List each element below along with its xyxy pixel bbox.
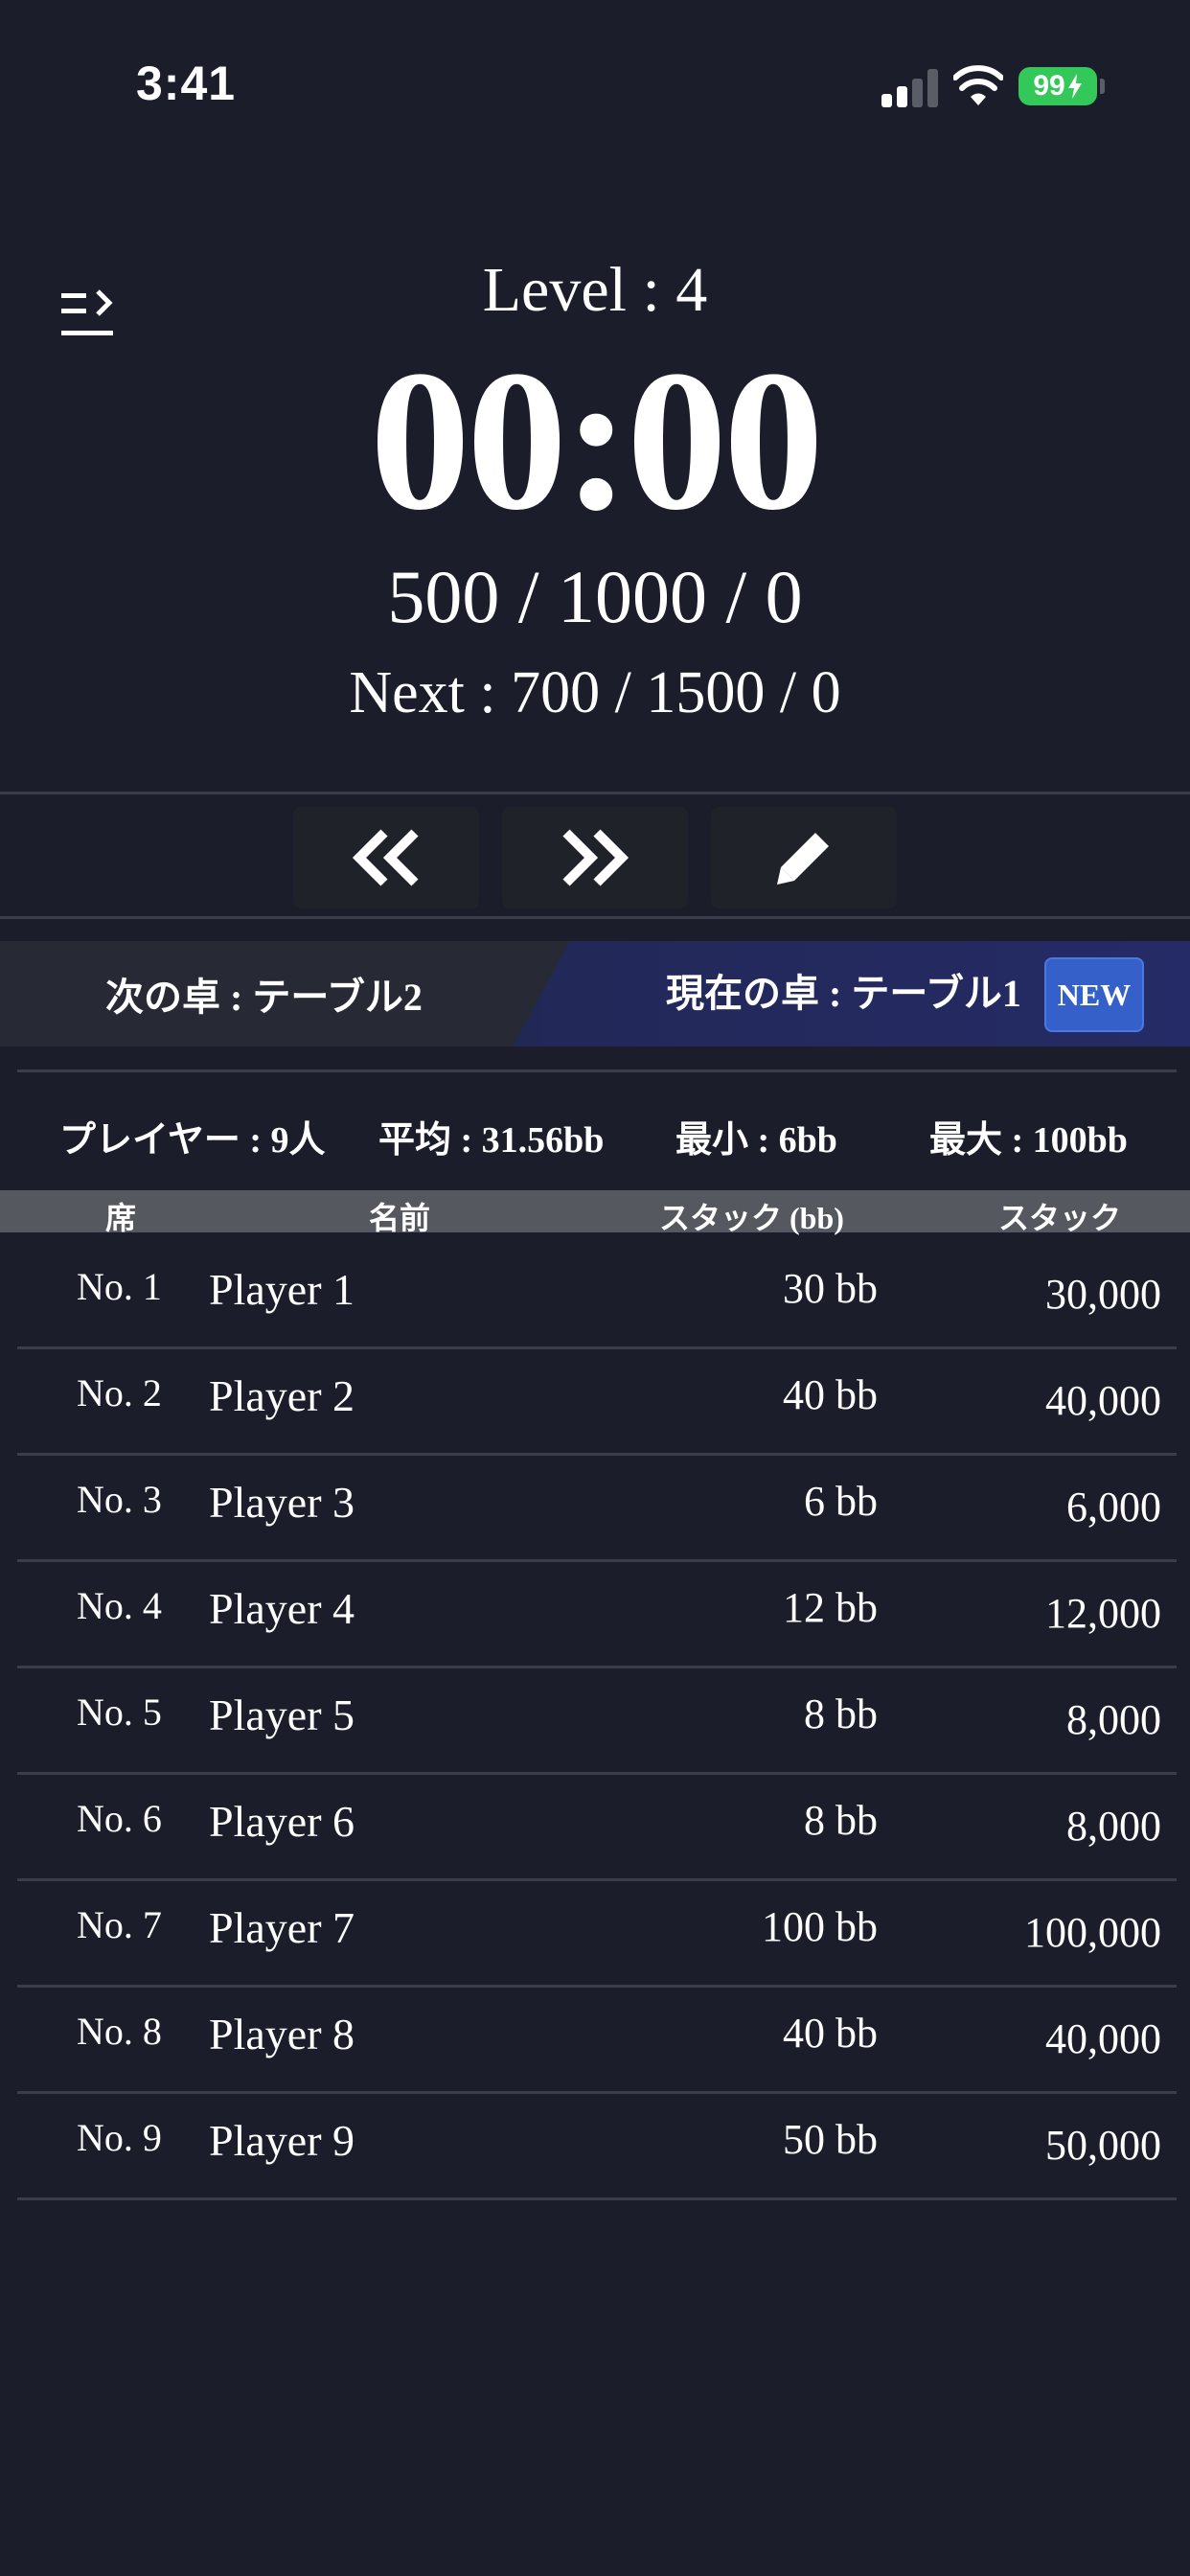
table-row[interactable]: No. 9 Player 9 50 bb 50,000 bbox=[17, 2094, 1177, 2200]
stack-chips: 6,000 bbox=[1066, 1484, 1161, 1530]
battery-charging-icon: 99 bbox=[1018, 67, 1097, 105]
divider bbox=[0, 916, 1190, 919]
stack-bb: 8 bb bbox=[804, 1690, 878, 1737]
table-row[interactable]: No. 8 Player 8 40 bb 40,000 bbox=[17, 1988, 1177, 2094]
stack-chips: 50,000 bbox=[1045, 2122, 1161, 2169]
seat-number: No. 2 bbox=[77, 1371, 162, 1414]
bolt-icon bbox=[1067, 74, 1082, 99]
table-row[interactable]: No. 5 Player 5 8 bb 8,000 bbox=[17, 1668, 1177, 1775]
table-row[interactable]: No. 1 Player 1 30 bb 30,000 bbox=[17, 1243, 1177, 1349]
seat-number: No. 6 bbox=[77, 1797, 162, 1840]
table-header: 席 名前 スタック (bb) スタック bbox=[0, 1190, 1190, 1235]
player-name: Player 3 bbox=[209, 1478, 355, 1527]
stack-chips: 30,000 bbox=[1045, 1271, 1161, 1318]
stack-bb: 100 bb bbox=[762, 1903, 878, 1950]
seat-number: No. 5 bbox=[77, 1690, 162, 1734]
seat-number: No. 9 bbox=[77, 2116, 162, 2159]
stack-bb: 40 bb bbox=[783, 2010, 878, 2057]
double-chevron-right-icon bbox=[562, 829, 629, 886]
stat-min: 最小 : 6bb bbox=[675, 1120, 837, 1161]
seat-number: No. 4 bbox=[77, 1584, 162, 1627]
header-seat: 席 bbox=[105, 1201, 137, 1235]
stack-chips: 8,000 bbox=[1066, 1803, 1161, 1850]
tab-next-table-label: 次の卓 : テーブル2 bbox=[105, 976, 423, 1019]
tab-current-table-label: 現在の卓 : テーブル1 bbox=[666, 972, 1021, 1015]
edit-button[interactable] bbox=[711, 807, 897, 908]
stack-bb: 50 bb bbox=[783, 2116, 878, 2163]
table-row[interactable]: No. 2 Player 2 40 bb 40,000 bbox=[17, 1349, 1177, 1456]
poker-timer-screen: 3:41 99 Level : 4 00:00 500 / 1000 / 0 N… bbox=[0, 0, 1190, 2576]
battery-cap bbox=[1100, 79, 1105, 94]
stat-max: 最大 : 100bb bbox=[929, 1120, 1128, 1161]
header-name: 名前 bbox=[369, 1201, 431, 1235]
stack-chips: 8,000 bbox=[1066, 1696, 1161, 1743]
status-time: 3:41 bbox=[136, 57, 237, 110]
next-level-button[interactable] bbox=[502, 807, 688, 908]
header-stack-bb: スタック (bb) bbox=[659, 1201, 844, 1235]
player-name: Player 7 bbox=[209, 1903, 355, 1952]
next-blinds: Next : 700 / 1500 / 0 bbox=[349, 660, 841, 725]
stack-chips: 100,000 bbox=[1024, 1909, 1161, 1956]
header-stack: スタック bbox=[998, 1201, 1122, 1235]
double-chevron-left-icon bbox=[352, 829, 419, 886]
current-blinds: 500 / 1000 / 0 bbox=[387, 555, 803, 638]
player-name: Player 8 bbox=[209, 2010, 355, 2058]
stack-bb: 40 bb bbox=[783, 1371, 878, 1418]
wifi-icon bbox=[953, 65, 1003, 105]
battery-level: 99 bbox=[1033, 70, 1065, 102]
stack-bb: 30 bb bbox=[783, 1265, 878, 1312]
stack-bb: 8 bb bbox=[804, 1797, 878, 1844]
table-row[interactable]: No. 7 Player 7 100 bb 100,000 bbox=[17, 1881, 1177, 1988]
player-name: Player 5 bbox=[209, 1690, 355, 1739]
stack-chips: 40,000 bbox=[1045, 1377, 1161, 1424]
player-name: Player 1 bbox=[209, 1265, 355, 1314]
stack-bb: 12 bb bbox=[783, 1584, 878, 1631]
seat-number: No. 7 bbox=[77, 1903, 162, 1946]
table-row[interactable]: No. 3 Player 3 6 bb 6,000 bbox=[17, 1456, 1177, 1562]
level-label: Level : 4 bbox=[482, 255, 708, 325]
countdown-timer: 00:00 bbox=[370, 330, 824, 552]
seat-number: No. 3 bbox=[77, 1478, 162, 1521]
stack-chips: 12,000 bbox=[1045, 1590, 1161, 1637]
table-row[interactable]: No. 6 Player 6 8 bb 8,000 bbox=[17, 1775, 1177, 1881]
stack-chips: 40,000 bbox=[1045, 2015, 1161, 2062]
player-name: Player 9 bbox=[209, 2116, 355, 2165]
stat-players: プレイヤー : 9人 bbox=[59, 1120, 326, 1161]
previous-level-button[interactable] bbox=[293, 807, 479, 908]
table-row[interactable]: No. 4 Player 4 12 bb 12,000 bbox=[17, 1562, 1177, 1668]
pencil-icon bbox=[777, 833, 829, 885]
seat-number: No. 8 bbox=[77, 2010, 162, 2053]
cellular-signal-icon bbox=[881, 67, 941, 107]
seat-number: No. 1 bbox=[77, 1265, 162, 1308]
stack-bb: 6 bb bbox=[804, 1478, 878, 1525]
status-bar: 3:41 99 bbox=[0, 0, 1190, 144]
divider bbox=[0, 792, 1190, 794]
player-name: Player 4 bbox=[209, 1584, 355, 1633]
player-name: Player 2 bbox=[209, 1371, 355, 1420]
stat-average: 平均 : 31.56bb bbox=[378, 1120, 605, 1161]
new-badge[interactable]: NEW bbox=[1044, 957, 1144, 1032]
table-stats: プレイヤー : 9人 平均 : 31.56bb 最小 : 6bb 最大 : 10… bbox=[0, 1071, 1190, 1186]
player-name: Player 6 bbox=[209, 1797, 355, 1846]
